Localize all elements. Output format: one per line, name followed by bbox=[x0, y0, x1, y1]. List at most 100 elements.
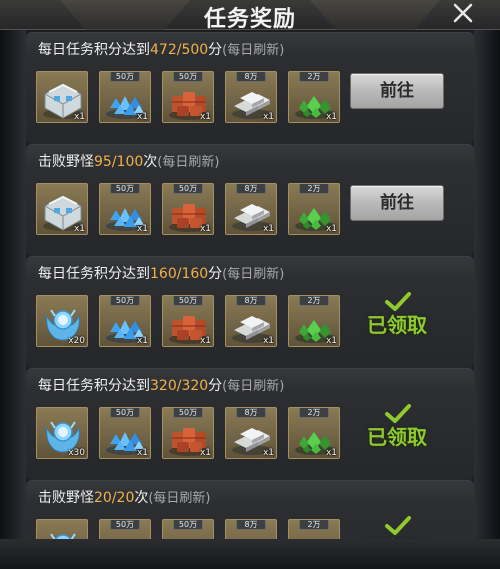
reward-amount-badge: 50万 bbox=[173, 296, 203, 306]
claimed-label: 已领取 bbox=[367, 313, 427, 337]
reward-count: x1 bbox=[325, 224, 337, 234]
refresh-note: (每日刷新) bbox=[222, 267, 285, 282]
task-title-suffix: 分 bbox=[208, 378, 223, 394]
task-card: 击败野怪95/100次(每日刷新) x1 50万 x1 50万 x1 8万 x1 2万… bbox=[26, 144, 474, 256]
reward-amount-badge: 50万 bbox=[110, 408, 140, 418]
reward-amount-badge: 2万 bbox=[299, 184, 329, 194]
task-card: 每日任务积分达到472/500分(每日刷新) x1 50万 x1 50万 x1 8万… bbox=[26, 32, 474, 144]
reward-item[interactable]: 2万 x1 bbox=[288, 71, 340, 123]
reward-count: x1 bbox=[73, 112, 85, 122]
task-title: 击败野怪95/100次(每日刷新) bbox=[38, 151, 219, 171]
reward-count: x1 bbox=[262, 112, 274, 122]
reward-item[interactable]: x1 bbox=[36, 183, 88, 235]
refresh-note: (每日刷新) bbox=[222, 43, 285, 58]
reward-amount-badge: 8万 bbox=[236, 520, 266, 530]
reward-amount-badge: 2万 bbox=[299, 520, 329, 530]
reward-count: x1 bbox=[325, 336, 337, 346]
reward-count: x20 bbox=[68, 336, 85, 346]
reward-item[interactable] bbox=[36, 519, 88, 540]
task-title-suffix: 次 bbox=[143, 154, 158, 170]
task-card: 每日任务积分达到160/160分(每日刷新) x20 50万 x1 50万 x1 8… bbox=[26, 256, 474, 368]
reward-item[interactable]: 50万 x1 bbox=[162, 295, 214, 347]
reward-amount-badge: 50万 bbox=[173, 184, 203, 194]
reward-count: x1 bbox=[199, 336, 211, 346]
reward-item[interactable]: 2万 x1 bbox=[288, 407, 340, 459]
reward-amount-badge: 50万 bbox=[173, 72, 203, 82]
reward-item[interactable]: x1 bbox=[36, 71, 88, 123]
reward-count: x1 bbox=[199, 448, 211, 458]
task-title: 击败野怪20/20次(每日刷新) bbox=[38, 487, 211, 507]
reward-amount-badge: 8万 bbox=[236, 296, 266, 306]
task-title: 每日任务积分达到472/500分(每日刷新) bbox=[38, 39, 284, 59]
reward-amount-badge: 2万 bbox=[299, 408, 329, 418]
reward-item[interactable]: 8万 x1 bbox=[225, 71, 277, 123]
close-button[interactable] bbox=[448, 0, 478, 26]
reward-item[interactable]: 50万 bbox=[99, 519, 151, 540]
claimed-status: 已领取 bbox=[364, 515, 430, 540]
frame-right bbox=[474, 0, 500, 569]
task-title: 每日任务积分达到320/320分(每日刷新) bbox=[38, 375, 284, 395]
go-button[interactable]: 前往 bbox=[350, 73, 444, 109]
reward-amount-badge: 50万 bbox=[173, 520, 203, 530]
reward-amount-badge: 8万 bbox=[236, 72, 266, 82]
reward-count: x1 bbox=[199, 224, 211, 234]
task-title-prefix: 击败野怪 bbox=[38, 490, 94, 506]
bottom-strip bbox=[0, 539, 500, 569]
go-button[interactable]: 前往 bbox=[350, 185, 444, 221]
task-title-suffix: 分 bbox=[208, 266, 223, 282]
reward-item[interactable]: 2万 x1 bbox=[288, 295, 340, 347]
reward-amount-badge: 50万 bbox=[110, 72, 140, 82]
title-bar: 任务奖励 bbox=[0, 0, 500, 32]
refresh-note: (每日刷新) bbox=[148, 491, 211, 506]
reward-item[interactable]: 2万 x1 bbox=[288, 183, 340, 235]
reward-count: x1 bbox=[325, 448, 337, 458]
task-title-suffix: 次 bbox=[134, 490, 149, 506]
reward-count: x1 bbox=[262, 448, 274, 458]
task-title: 每日任务积分达到160/160分(每日刷新) bbox=[38, 263, 284, 283]
reward-item[interactable]: 8万 x1 bbox=[225, 407, 277, 459]
task-list[interactable]: 每日任务积分达到472/500分(每日刷新) x1 50万 x1 50万 x1 8万… bbox=[26, 30, 474, 540]
reward-item[interactable]: 8万 x1 bbox=[225, 183, 277, 235]
reward-amount-badge: 50万 bbox=[110, 296, 140, 306]
task-title-prefix: 击败野怪 bbox=[38, 154, 94, 170]
reward-item[interactable]: 50万 x1 bbox=[162, 183, 214, 235]
reward-item[interactable]: 50万 bbox=[162, 519, 214, 540]
claimed-label: 已领取 bbox=[367, 425, 427, 449]
reward-amount-badge: 2万 bbox=[299, 72, 329, 82]
reward-count: x1 bbox=[262, 224, 274, 234]
reward-item[interactable]: 2万 bbox=[288, 519, 340, 540]
reward-count: x1 bbox=[136, 336, 148, 346]
task-progress: 95/100 bbox=[94, 154, 144, 170]
reward-item[interactable]: 50万 x1 bbox=[99, 183, 151, 235]
reward-item[interactable]: 50万 x1 bbox=[162, 407, 214, 459]
reward-item[interactable]: 50万 x1 bbox=[99, 295, 151, 347]
reward-item[interactable]: 50万 x1 bbox=[162, 71, 214, 123]
reward-amount-badge: 8万 bbox=[236, 184, 266, 194]
reward-count: x1 bbox=[136, 112, 148, 122]
reward-count: x1 bbox=[73, 224, 85, 234]
refresh-note: (每日刷新) bbox=[222, 379, 285, 394]
window-title: 任务奖励 bbox=[203, 7, 296, 32]
reward-count: x1 bbox=[325, 112, 337, 122]
reward-amount-badge: 50万 bbox=[110, 184, 140, 194]
claimed-status: 已领取 bbox=[364, 291, 430, 337]
reward-item[interactable]: x30 bbox=[36, 407, 88, 459]
reward-count: x1 bbox=[199, 112, 211, 122]
task-title-suffix: 分 bbox=[208, 42, 223, 58]
claimed-status: 已领取 bbox=[364, 403, 430, 449]
reward-count: x1 bbox=[136, 224, 148, 234]
reward-count: x30 bbox=[68, 448, 85, 458]
reward-item[interactable]: 8万 bbox=[225, 519, 277, 540]
task-card: 击败野怪20/20次(每日刷新) 50万 50万 8万 2万 已领取 bbox=[26, 480, 474, 540]
reward-item[interactable]: x20 bbox=[36, 295, 88, 347]
refresh-note: (每日刷新) bbox=[157, 155, 220, 170]
reward-item[interactable]: 50万 x1 bbox=[99, 71, 151, 123]
reward-item[interactable]: 8万 x1 bbox=[225, 295, 277, 347]
task-progress: 472/500 bbox=[150, 42, 209, 58]
close-icon bbox=[453, 3, 473, 23]
reward-item[interactable]: 50万 x1 bbox=[99, 407, 151, 459]
reward-count: x1 bbox=[136, 448, 148, 458]
reward-amount-badge: 50万 bbox=[173, 408, 203, 418]
frame-left bbox=[0, 0, 26, 569]
reward-amount-badge: 2万 bbox=[299, 296, 329, 306]
